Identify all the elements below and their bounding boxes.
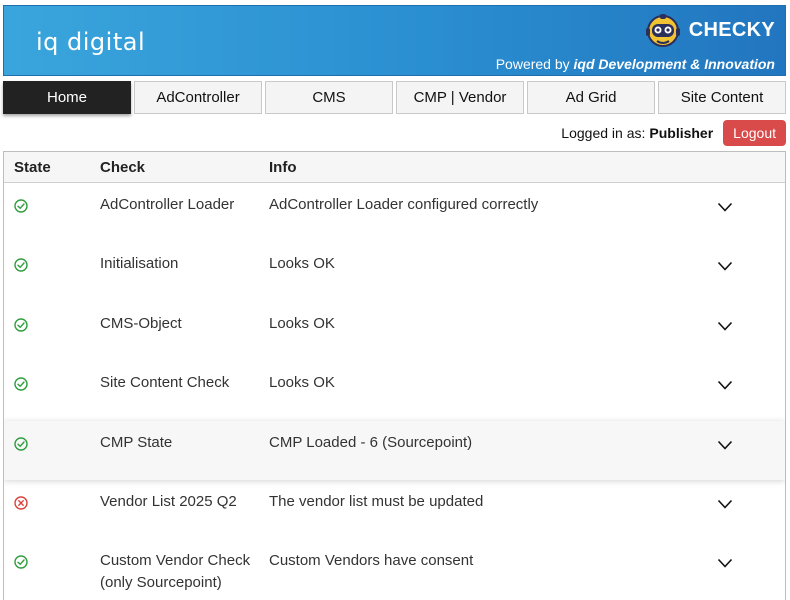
tab-ad-grid[interactable]: Ad Grid <box>527 81 655 114</box>
table-header: State Check Info <box>4 152 785 183</box>
check-name: Initialisation <box>100 255 179 273</box>
check-info: AdController Loader configured correctly <box>269 196 539 213</box>
table-row[interactable]: AdController Loader AdController Loader c… <box>4 183 785 242</box>
chevron-down-icon[interactable] <box>717 499 733 509</box>
chevron-down-icon[interactable] <box>717 558 733 569</box>
check-circle-icon <box>14 258 28 273</box>
state-cell <box>4 435 96 451</box>
check-info: Looks OK <box>269 255 335 273</box>
check-name: CMP State <box>100 433 173 451</box>
table-row[interactable]: Initialisation Looks OK <box>4 242 785 301</box>
chevron-down-icon[interactable] <box>717 321 733 331</box>
table-row[interactable]: Site Content Check Looks OK <box>4 361 785 420</box>
check-name: AdController Loader <box>100 196 235 213</box>
logged-in-label: Logged in as: <box>561 125 646 141</box>
check-circle-icon <box>14 555 28 570</box>
powered-prefix: Powered by <box>495 56 570 72</box>
check-info: The vendor list must be updated <box>269 492 484 510</box>
chevron-down-icon[interactable] <box>717 380 733 390</box>
check-circle-icon <box>14 436 28 451</box>
check-name: Vendor List 2025 Q2 <box>100 492 237 510</box>
check-name: Site Content Check <box>100 374 230 392</box>
table-row[interactable]: Vendor List 2025 Q2 The vendor list must … <box>4 480 785 539</box>
check-info: Looks OK <box>269 374 335 392</box>
expand-toggle[interactable] <box>665 553 785 569</box>
powered-by-team: iqd Development & Innovation <box>573 56 775 72</box>
check-circle-icon <box>14 377 28 391</box>
state-cell <box>4 256 96 273</box>
powered-by-line: Powered by iqd Development & Innovation <box>496 56 775 72</box>
state-cell <box>4 553 96 570</box>
expand-toggle[interactable] <box>665 197 785 212</box>
tab-cmp-vendor[interactable]: CMP | Vendor <box>396 81 524 114</box>
header-check: Check <box>100 158 146 176</box>
table-row[interactable]: CMP State CMP Loaded - 6 (Sourcepoint) <box>4 420 785 480</box>
expand-toggle[interactable] <box>665 375 785 390</box>
check-circle-icon <box>14 199 28 213</box>
robot-mascot-icon <box>645 14 680 47</box>
state-cell <box>4 316 96 332</box>
expand-toggle[interactable] <box>665 316 785 331</box>
logout-button[interactable]: Logout <box>723 120 786 146</box>
iq-digital-logo[interactable]: iq digital <box>36 28 145 56</box>
header-info: Info <box>269 158 297 176</box>
header-state: State <box>14 158 51 176</box>
table-row[interactable]: CMS-Object Looks OK <box>4 302 785 361</box>
chevron-down-icon[interactable] <box>717 440 733 450</box>
checky-brand: CHECKY <box>643 10 775 50</box>
error-circle-icon <box>14 496 28 510</box>
expand-toggle[interactable] <box>665 435 785 450</box>
logged-in-user: Publisher <box>649 125 714 141</box>
state-cell <box>4 375 96 391</box>
check-info: Custom Vendors have consent <box>269 552 474 570</box>
app-name: CHECKY <box>688 18 775 41</box>
check-info: Looks OK <box>269 314 335 332</box>
state-cell <box>4 197 96 213</box>
tab-home[interactable]: Home <box>3 81 131 114</box>
check-circle-icon <box>14 318 28 332</box>
table-row[interactable]: Custom Vendor Check (only Sourcepoint) Cu… <box>4 539 785 598</box>
checks-table: State Check Info AdController Loader AdCo… <box>3 151 786 600</box>
session-bar: Logged in as: Publisher Logout <box>561 120 786 146</box>
chevron-down-icon[interactable] <box>717 261 733 272</box>
table-body: AdController Loader AdController Loader c… <box>4 183 785 599</box>
tab-site-content[interactable]: Site Content <box>658 81 786 114</box>
app-header: iq digital CHECKY Powered by iqd Develop… <box>3 5 786 76</box>
tab-adcontroller[interactable]: AdController <box>134 81 262 114</box>
check-name: Custom Vendor Check (only Sourcepoint) <box>100 552 251 592</box>
expand-toggle[interactable] <box>665 494 785 509</box>
check-info: CMP Loaded - 6 (Sourcepoint) <box>269 433 473 451</box>
tab-cms[interactable]: CMS <box>265 81 393 114</box>
main-nav: Home AdController CMS CMP | Vendor Ad Grid Si… <box>3 81 786 114</box>
chevron-down-icon[interactable] <box>717 202 733 212</box>
check-name: CMS-Object <box>100 314 182 332</box>
state-cell <box>4 494 96 510</box>
expand-toggle[interactable] <box>665 256 785 272</box>
